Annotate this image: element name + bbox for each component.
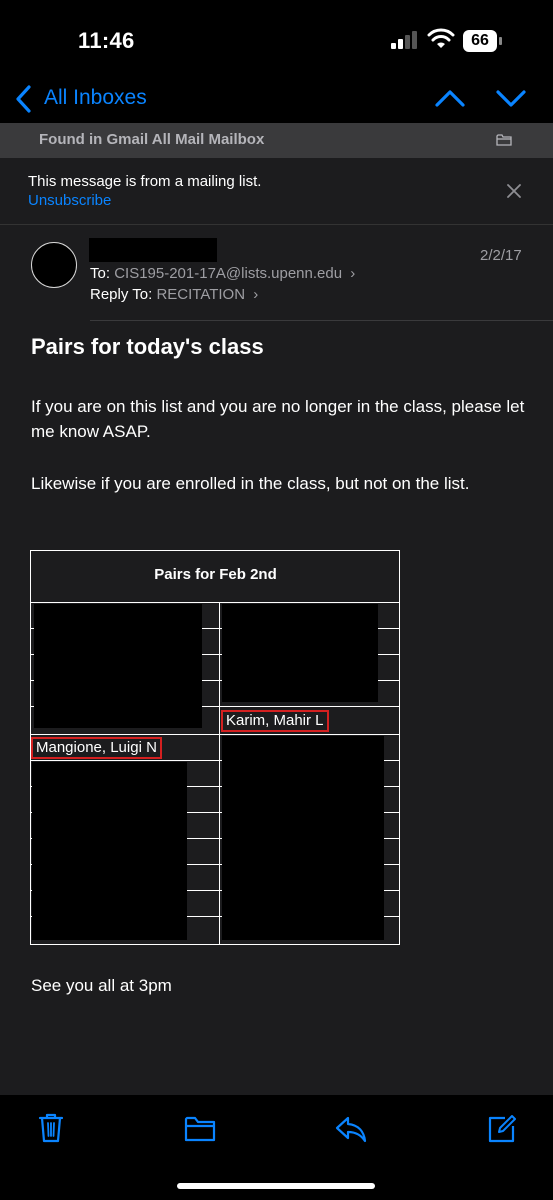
body-signoff: See you all at 3pm — [31, 976, 172, 995]
signal-icon — [391, 31, 417, 49]
to-row[interactable]: To: CIS195-201-17A@lists.upenn.edu › — [90, 265, 355, 282]
table-row-line — [30, 760, 220, 761]
email-subject: Pairs for today's class — [31, 334, 264, 359]
battery-level: 66 — [471, 32, 489, 49]
chevron-right-icon: › — [350, 265, 356, 282]
up-chevron-icon[interactable] — [433, 86, 467, 110]
back-button-label[interactable]: All Inboxes — [44, 86, 147, 110]
redacted-names — [34, 604, 202, 728]
body-paragraph-2: Likewise if you are enrolled in the clas… — [31, 474, 470, 493]
redacted-names — [222, 604, 378, 702]
reply-to-label: Reply To: — [90, 286, 153, 303]
to-label: To: — [90, 265, 111, 282]
chevron-right-icon: › — [253, 286, 259, 303]
down-chevron-icon[interactable] — [494, 86, 528, 110]
reply-icon[interactable] — [335, 1115, 367, 1143]
highlighted-name-karim: Karim, Mahir L — [221, 710, 329, 732]
mailing-list-notice: This message is from a mailing list. — [28, 173, 262, 190]
unsubscribe-link[interactable]: Unsubscribe — [28, 192, 111, 209]
table-divider — [30, 602, 400, 603]
reply-to-row[interactable]: Reply To: RECITATION › — [90, 286, 258, 303]
wifi-icon — [427, 28, 455, 48]
to-address[interactable]: CIS195-201-17A@lists.upenn.edu — [114, 265, 342, 282]
table-divider — [30, 734, 400, 735]
table-row-line — [220, 706, 400, 707]
home-indicator — [177, 1183, 375, 1189]
back-chevron-icon[interactable] — [14, 84, 34, 114]
reply-to-address[interactable]: RECITATION — [156, 286, 245, 303]
status-time: 11:46 — [78, 28, 135, 53]
email-date: 2/2/17 — [480, 247, 522, 264]
redacted-names — [222, 736, 384, 940]
header-divider — [90, 320, 553, 321]
sender-name-redacted[interactable] — [89, 238, 217, 262]
folder-icon[interactable] — [496, 133, 512, 147]
move-folder-icon[interactable] — [184, 1115, 216, 1143]
highlighted-name-mangione: Mangione, Luigi N — [31, 737, 162, 759]
body-paragraph-1: If you are on this list and you are no l… — [31, 397, 525, 441]
table-title: Pairs for Feb 2nd — [154, 566, 277, 583]
close-icon[interactable] — [505, 182, 523, 200]
redacted-names — [32, 762, 187, 940]
compose-icon[interactable] — [487, 1112, 517, 1144]
sender-avatar[interactable] — [31, 242, 77, 288]
mailbox-location-text: Found in Gmail All Mail Mailbox — [39, 131, 265, 148]
trash-icon[interactable] — [37, 1112, 65, 1144]
